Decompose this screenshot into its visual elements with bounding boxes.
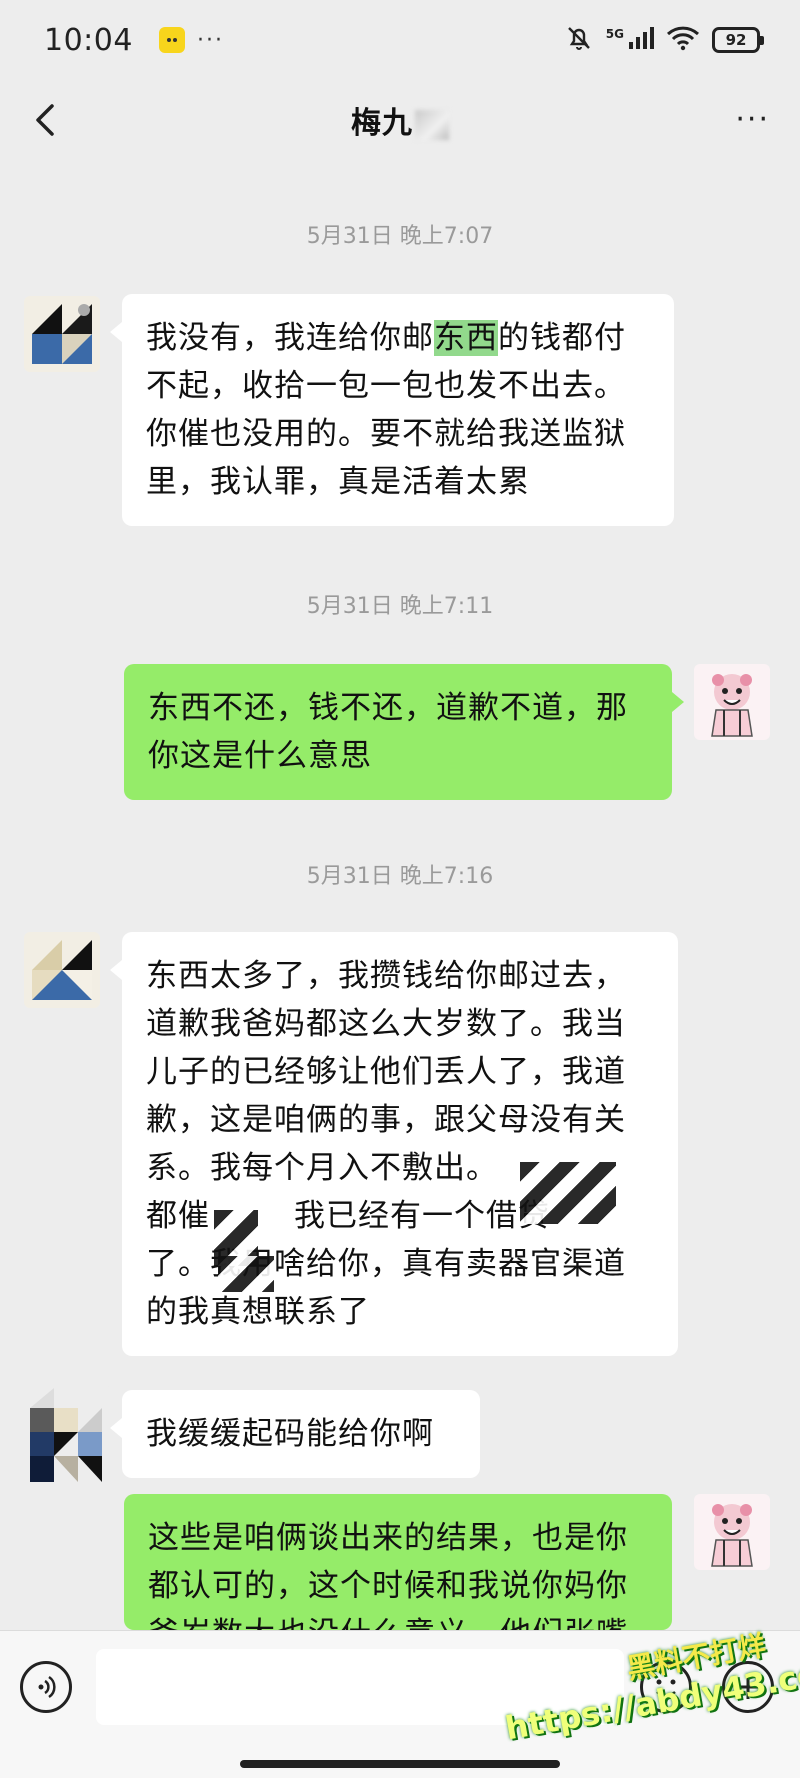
censor-mosaic bbox=[520, 1162, 616, 1224]
message-text: 东西太多了，我攒钱给你邮过去， bbox=[146, 958, 626, 994]
mute-bell-icon bbox=[564, 23, 594, 57]
censor-mosaic bbox=[218, 1256, 274, 1292]
message-text: 你这是什么意思 bbox=[148, 738, 372, 774]
message-bubble-received[interactable]: 我缓缓起码能给你啊 bbox=[110, 1390, 480, 1478]
message-text: 的我真想联系了 bbox=[146, 1294, 370, 1330]
chat-header: 梅九 ··· bbox=[0, 80, 800, 160]
status-time: 10:04 bbox=[44, 22, 133, 58]
signal-icon bbox=[628, 26, 654, 54]
message-text: 东西不还，钱不还，道歉不道，那 bbox=[148, 690, 628, 726]
message-bubble-received[interactable]: 东西太多了，我攒钱给你邮过去， 道歉我爸妈都这么大岁数了。我当 儿子的已经够让他… bbox=[110, 932, 678, 1356]
message-text: 不起，收拾一包一包也发不出去。 bbox=[146, 368, 626, 404]
my-avatar[interactable] bbox=[694, 1494, 770, 1570]
battery-level: 92 bbox=[725, 31, 747, 49]
status-bar: 10:04 ··· 5G 92 bbox=[0, 0, 800, 80]
contact-avatar[interactable] bbox=[24, 1386, 114, 1486]
message-bubble-sent[interactable]: 这些是咱俩谈出来的结果，也是你 都认可的，这个时候和我说你妈你 爸岁数大也没什么… bbox=[124, 1494, 672, 1630]
back-arrow-icon[interactable] bbox=[26, 98, 70, 142]
message-text: 里，我认罪，真是活着太累 bbox=[146, 464, 530, 500]
message-text: 都认可的，这个时候和我说你妈你 bbox=[148, 1568, 628, 1604]
chat-title: 梅九 bbox=[351, 98, 449, 142]
my-avatar[interactable] bbox=[694, 664, 770, 740]
message-text: 爸岁数大也没什么意义，他们张嘴 bbox=[148, 1610, 648, 1630]
message-bubble-sent[interactable]: 东西不还，钱不还，道歉不道，那 你这是什么意思 bbox=[124, 664, 684, 800]
wifi-icon bbox=[666, 25, 700, 55]
message-text: 我没有，我连给你邮 bbox=[146, 320, 434, 356]
message-text: 我已经有一个借贷 bbox=[294, 1198, 550, 1234]
censored-name-blur bbox=[415, 109, 449, 140]
message-text: 这些是咱俩谈出来的结果，也是你 bbox=[148, 1520, 628, 1556]
message-text: 的钱都付 bbox=[498, 320, 626, 356]
contact-name: 梅九 bbox=[351, 106, 413, 141]
xianyu-app-icon bbox=[158, 27, 185, 53]
message-timestamp: 5月31日 晚上7:07 bbox=[306, 224, 494, 249]
network-type-label: 5G bbox=[605, 27, 624, 41]
message-text: 都催 bbox=[146, 1198, 210, 1234]
battery-icon: 92 bbox=[712, 27, 764, 53]
notification-more-icon: ··· bbox=[196, 27, 224, 53]
message-text: 儿子的已经够让他们丢人了，我道 bbox=[146, 1054, 626, 1090]
more-options-icon[interactable]: ··· bbox=[735, 102, 770, 137]
message-text: 道歉我爸妈都这么大岁数了。我当 bbox=[146, 1006, 626, 1042]
highlighted-text: 东西 bbox=[434, 320, 498, 356]
message-text: 歉，这是咱俩的事，跟父母没有关 bbox=[146, 1102, 626, 1138]
voice-input-icon[interactable] bbox=[20, 1661, 72, 1713]
message-timestamp: 5月31日 晚上7:11 bbox=[306, 594, 494, 619]
message-text: 你催也没用的。要不就给我送监狱 bbox=[146, 416, 626, 452]
contact-avatar[interactable] bbox=[24, 296, 100, 372]
message-timestamp: 5月31日 晚上7:16 bbox=[306, 864, 494, 889]
message-text: 我缓缓起码能给你啊 bbox=[146, 1416, 434, 1452]
home-indicator[interactable] bbox=[240, 1760, 560, 1768]
message-bubble-received[interactable]: 我没有，我连给你邮东西的钱都付 不起，收拾一包一包也发不出去。 你催也没用的。要… bbox=[110, 294, 674, 526]
contact-avatar[interactable] bbox=[24, 932, 100, 1008]
